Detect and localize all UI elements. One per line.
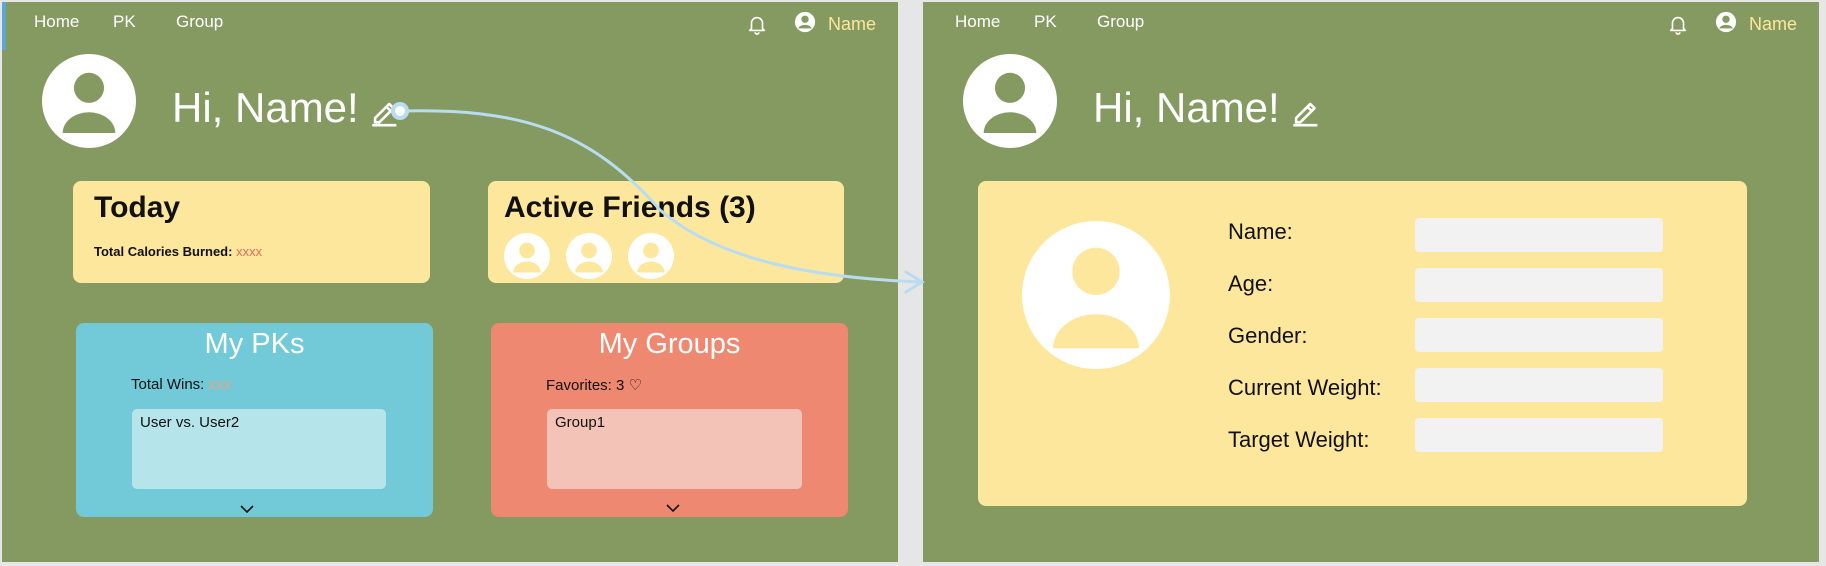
avatar (42, 54, 136, 148)
friend-avatar-1[interactable] (504, 233, 550, 279)
current-weight-field[interactable] (1415, 368, 1663, 402)
chevron-down-icon[interactable] (238, 503, 256, 515)
profile-photo[interactable] (1022, 221, 1170, 369)
name-label: Name: (1228, 219, 1293, 244)
group-list-item[interactable]: Group1 (547, 409, 802, 489)
favorites-label: Favorites: 3 ♡ (546, 377, 642, 394)
nav-pk-link[interactable]: PK (113, 12, 136, 32)
my-groups-title: My Groups (598, 328, 741, 360)
bell-icon[interactable] (746, 13, 768, 35)
avatar (963, 54, 1057, 148)
edit-profile-pencil-icon[interactable] (368, 94, 402, 128)
user-circle-icon[interactable] (1715, 11, 1737, 33)
selection-accent (2, 2, 6, 50)
user-circle-icon[interactable] (794, 11, 816, 33)
my-pks-title: My PKs (204, 328, 305, 360)
nav-home-link[interactable]: Home (955, 12, 1000, 32)
nav-pk-link[interactable]: PK (1034, 12, 1057, 32)
today-card[interactable]: Today Total Calories Burned: xxxx (73, 181, 430, 283)
gender-label: Gender: (1228, 323, 1308, 348)
age-label: Age: (1228, 271, 1274, 296)
active-friends-card[interactable]: Active Friends (3) (488, 181, 844, 283)
current-weight-label: Current Weight: (1228, 375, 1382, 400)
profile-form-card: Name: Age: Gender: Current Weight: Targe… (978, 181, 1747, 506)
today-title: Today (94, 191, 181, 224)
home-screen-frame: Home PK Group Name Hi, Name! Today Total… (2, 2, 898, 562)
friend-avatar-2[interactable] (566, 233, 612, 279)
total-wins: Total Wins: xxx (131, 376, 231, 393)
friend-avatar-3[interactable] (628, 233, 674, 279)
calories-value: xxxx (236, 244, 263, 259)
gender-field[interactable] (1415, 318, 1663, 352)
target-weight-field[interactable] (1415, 418, 1663, 452)
greeting-title: Hi, Name! (172, 84, 359, 131)
active-friends-title: Active Friends (3) (504, 191, 756, 224)
name-field[interactable] (1415, 218, 1663, 252)
calories-label: Total Calories Burned: (94, 244, 237, 259)
nav-home-link[interactable]: Home (34, 12, 79, 32)
target-weight-label: Target Weight: (1228, 427, 1370, 452)
greeting-title: Hi, Name! (1093, 84, 1280, 131)
edit-profile-screen-frame: Home PK Group Name Hi, Name! Name: Age: … (923, 2, 1819, 562)
nav-group-link[interactable]: Group (176, 12, 223, 32)
total-wins-value: xxx (208, 376, 232, 393)
nav-user-name[interactable]: Name (1749, 14, 1797, 35)
total-wins-label: Total Wins: (131, 376, 209, 393)
my-pks-card[interactable]: My PKs Total Wins: xxx User vs. User2 (76, 323, 433, 517)
nav-group-link[interactable]: Group (1097, 12, 1144, 32)
age-field[interactable] (1415, 268, 1663, 302)
my-groups-card[interactable]: My Groups Favorites: 3 ♡ Group1 (491, 323, 848, 517)
bell-icon[interactable] (1667, 13, 1689, 35)
calories-burned: Total Calories Burned: xxxx (94, 244, 262, 259)
edit-profile-pencil-icon[interactable] (1289, 94, 1323, 128)
nav-user-name[interactable]: Name (828, 14, 876, 35)
chevron-down-icon[interactable] (664, 502, 682, 514)
pk-list-item[interactable]: User vs. User2 (132, 409, 386, 489)
